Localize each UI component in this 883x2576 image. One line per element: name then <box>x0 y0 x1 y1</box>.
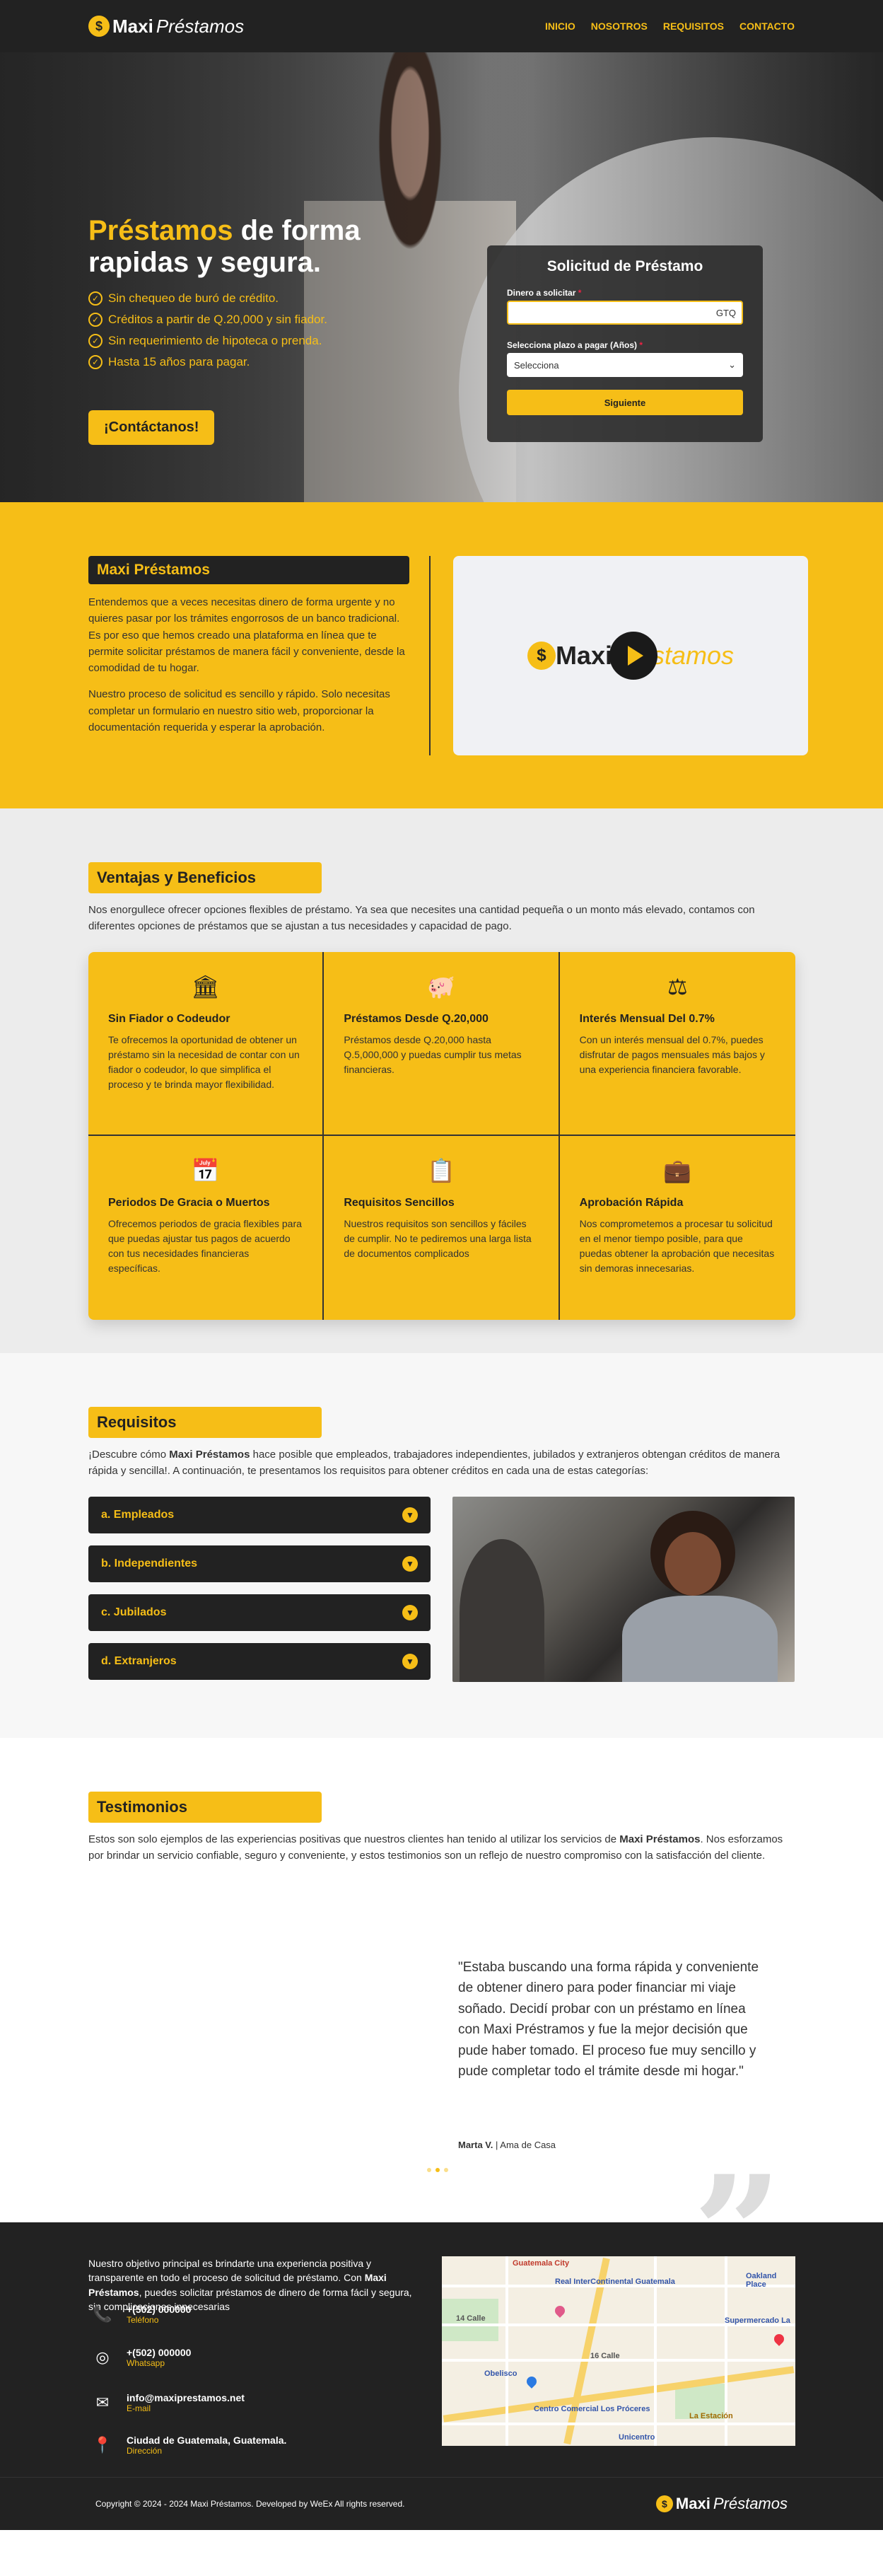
benefit-card: 📋 Requisitos Sencillos Nuestros requisitos… <box>324 1136 560 1320</box>
check-item: ✓ Sin requerimiento de hipoteca o prenda. <box>88 333 414 348</box>
check-circle-icon: ✓ <box>88 354 103 369</box>
check-circle-icon: ✓ <box>88 291 103 306</box>
business-time-icon: 💼 <box>663 1158 692 1183</box>
chevron-down-icon: ▼ <box>402 1556 418 1572</box>
footer-bottom-bar: Copyright © 2024 - 2024 Maxi Préstamos. … <box>0 2477 883 2530</box>
top-nav: $ Maxi Préstamos INICIO NOSOTROS REQUISIT… <box>0 0 883 52</box>
benefit-card: 🏛 Sin Fiador o Codeudor Te ofrecemos la op… <box>88 952 324 1136</box>
check-item: ✓ Créditos a partir de Q.20,000 y sin fia… <box>88 312 414 327</box>
carousel-dot-active[interactable] <box>435 2168 440 2172</box>
divider <box>429 556 431 755</box>
video-player[interactable]: $ Maxi Préstamos <box>453 556 808 755</box>
map-pin-icon <box>553 2304 567 2318</box>
requirements-section: Requisitos ¡Descubre cómo Maxi Préstamos… <box>0 1353 883 1738</box>
play-icon[interactable] <box>609 632 657 680</box>
map-pin-icon <box>772 2332 786 2346</box>
check-item: ✓ Sin chequeo de buró de crédito. <box>88 291 414 306</box>
carousel-dots <box>427 2168 448 2172</box>
contact-address: 📍 Ciudad de Guatemala, Guatemala. Direcció… <box>88 2435 286 2456</box>
requirements-photo <box>452 1497 795 1682</box>
clipboard-icon: 📋 <box>427 1158 455 1183</box>
dollar-logo-icon: $ <box>655 2495 673 2512</box>
about-section: Maxi Préstamos Entendemos que a veces ne… <box>0 502 883 808</box>
hero-section: Préstamos de forma rapidas y segura. ✓ Si… <box>0 52 883 502</box>
benefits-section: Ventajas y Beneficios Nos enorgullece of… <box>0 808 883 1353</box>
footer: Nuestro objetivo principal es brindarte … <box>0 2222 883 2477</box>
bank-icon: 🏛 <box>191 974 220 999</box>
location-pin-icon: 📍 <box>93 2436 112 2454</box>
whatsapp-icon: ◎ <box>95 2348 110 2366</box>
benefits-intro: Nos enorgullece ofrecer opciones flexibl… <box>88 904 755 933</box>
piggy-bank-icon: 🐖 <box>427 974 455 999</box>
form-title: Solicitud de Préstamo <box>546 258 703 274</box>
footer-logo[interactable]: $ Maxi Préstamos <box>655 2495 788 2513</box>
about-title: Maxi Préstamos <box>88 556 409 584</box>
scale-icon: ⚖ <box>667 974 688 999</box>
hero-title: Préstamos de forma rapidas y segura. <box>88 215 361 278</box>
brand-logo[interactable]: $ Maxi Préstamos <box>88 16 244 37</box>
testimonials-title: Testimonios <box>88 1792 322 1823</box>
dollar-logo-icon: $ <box>88 16 110 37</box>
contact-cta-button[interactable]: ¡Contáctanos! <box>88 410 215 445</box>
about-paragraph-1: Entendemos que a veces necesitas dinero … <box>88 596 405 674</box>
hero-content: Préstamos de forma rapidas y segura. ✓ Si… <box>88 215 414 445</box>
page: $ Maxi Préstamos INICIO NOSOTROS REQUISIT… <box>0 0 883 2530</box>
logo-bold-text: Maxi <box>112 15 153 37</box>
requirements-intro: ¡Descubre cómo Maxi Préstamos hace posib… <box>88 1449 780 1478</box>
map-pin-icon <box>525 2374 539 2389</box>
check-circle-icon: ✓ <box>88 312 103 327</box>
contact-email[interactable]: ✉ info@maxiprestamos.net E-mail <box>88 2392 245 2413</box>
benefits-title: Ventajas y Beneficios <box>88 862 322 893</box>
term-label: Selecciona plazo a pagar (Años) * <box>507 340 643 350</box>
benefit-card: 🐖 Préstamos Desde Q.20,000 Préstamos desde… <box>324 952 560 1136</box>
benefit-card: 💼 Aprobación Rápida Nos comprometemos a pr… <box>579 1158 775 1274</box>
amount-label: Dinero a solicitar * <box>507 288 582 298</box>
dollar-logo-icon: $ <box>527 642 556 670</box>
testimonials-section: Testimonios Estos son solo ejemplos de l… <box>0 1738 883 2311</box>
phone-icon: 📞 <box>93 2305 112 2323</box>
contact-phone[interactable]: 📞 +(502) 000000 Teléfono <box>88 2304 191 2325</box>
benefits-grid: 🏛 Sin Fiador o Codeudor Te ofrecemos la op… <box>88 952 795 1320</box>
about-text: Maxi Préstamos Entendemos que a veces ne… <box>88 556 409 736</box>
accordion-empleados[interactable]: a. Empleados ▼ <box>88 1497 431 1533</box>
testimonial-quote: "Estaba buscando una forma rápida y conv… <box>458 1960 759 2079</box>
testimonials-intro: Estos son solo ejemplos de las experienc… <box>88 1833 783 1862</box>
location-map[interactable]: Real InterContinental Guatemala Oakland … <box>442 2256 795 2446</box>
requirements-title: Requisitos <box>88 1407 322 1438</box>
accordion-independientes[interactable]: b. Independientes ▼ <box>88 1545 431 1582</box>
check-item: ✓ Hasta 15 años para pagar. <box>88 354 414 369</box>
benefit-card: 📅 Periodos De Gracia o Muertos Ofrecemos p… <box>88 1136 324 1320</box>
logo-italic-text: Préstamos <box>156 15 245 37</box>
testimonial-author: Marta V. | Ama de Casa <box>458 2140 556 2150</box>
accordion-jubilados[interactable]: c. Jubilados ▼ <box>88 1594 431 1631</box>
contact-whatsapp[interactable]: ◎ +(502) 000000 Whatsapp <box>88 2347 191 2368</box>
envelope-icon: ✉ <box>95 2394 110 2411</box>
chevron-down-icon: ▼ <box>402 1605 418 1620</box>
about-paragraph-2: Nuestro proceso de solicitud es sencillo… <box>88 688 390 733</box>
hero-checklist: ✓ Sin chequeo de buró de crédito. ✓ Crédit… <box>88 291 414 369</box>
nav-inicio[interactable]: INICIO <box>545 21 575 32</box>
carousel-dot[interactable] <box>427 2168 431 2172</box>
main-menu: INICIO NOSOTROS REQUISITOS CONTACTO <box>545 21 795 32</box>
nav-requisitos[interactable]: REQUISITOS <box>663 21 724 32</box>
nav-contacto[interactable]: CONTACTO <box>739 21 795 32</box>
check-circle-icon: ✓ <box>88 333 103 348</box>
copyright: Copyright © 2024 - 2024 Maxi Préstamos. … <box>95 2499 405 2509</box>
accordion-extranjeros[interactable]: d. Extranjeros ▼ <box>88 1643 431 1680</box>
loan-request-form: Solicitud de Préstamo Dinero a solicitar… <box>487 245 763 442</box>
chevron-down-icon: ▼ <box>402 1654 418 1669</box>
benefit-card: ⚖ Interés Mensual Del 0.7% Con un interés … <box>559 952 795 1136</box>
amount-input[interactable]: GTQ <box>507 301 743 325</box>
carousel-dot[interactable] <box>444 2168 448 2172</box>
next-button[interactable]: Siguiente <box>507 390 743 415</box>
term-select[interactable]: Selecciona ⌄ <box>507 353 743 377</box>
chevron-down-icon: ⌄ <box>728 359 736 370</box>
calendar-icon: 📅 <box>191 1158 220 1183</box>
nav-nosotros[interactable]: NOSOTROS <box>591 21 648 32</box>
chevron-down-icon: ▼ <box>402 1507 418 1523</box>
